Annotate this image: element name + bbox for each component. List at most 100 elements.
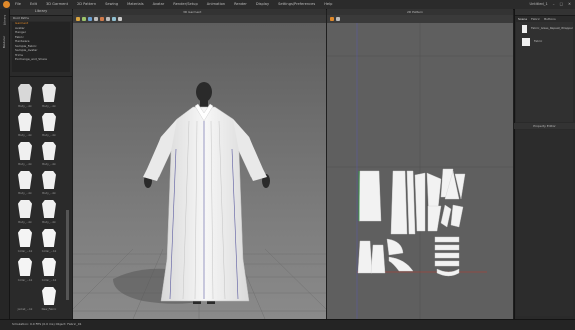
menu-edit[interactable]: Edit <box>30 2 37 7</box>
fold-tool-icon[interactable] <box>94 17 98 21</box>
menu-materials[interactable]: Materials <box>127 2 143 7</box>
library-item-thumbnail <box>18 142 32 160</box>
library-item[interactable]: Collar_...bk <box>14 258 36 288</box>
brush-tool-icon[interactable] <box>118 17 122 21</box>
library-item[interactable]: Body_...bk <box>38 142 60 172</box>
library-item-thumbnail <box>18 84 32 102</box>
library-item[interactable]: Body_...bk <box>14 142 36 172</box>
viewport-3d[interactable] <box>72 9 327 320</box>
library-item-label: Body_...bk <box>18 221 32 224</box>
library-item-thumbnail <box>42 84 56 102</box>
library-item-label: Body_...bk <box>42 221 56 224</box>
library-item-label: Collar_...bk <box>17 250 33 253</box>
menu-list: File Edit 3D Garment 2D Pattern Sewing M… <box>15 2 332 7</box>
library-item-thumbnail <box>18 113 32 131</box>
library-item-label: Body_...bk <box>18 163 32 166</box>
tab-scene[interactable]: Scene <box>518 18 527 21</box>
library-divider <box>10 76 72 77</box>
library-item-thumbnail <box>42 113 56 131</box>
object-row[interactable]: Fabric_Glass_Repeat_Wrapper <box>516 22 573 35</box>
library-item-label: Body_...bk <box>18 192 32 195</box>
menu-file[interactable]: File <box>15 2 21 7</box>
tree-item[interactable]: Exchange_and_Share <box>12 58 70 63</box>
library-item-label: Collar_...bk <box>41 250 57 253</box>
tab-buttons[interactable]: Buttons <box>544 18 556 21</box>
pattern-edit-icon[interactable] <box>336 17 340 21</box>
library-item[interactable]: Body_...bk <box>14 113 36 143</box>
viewport-3d-title: 3D Garment <box>183 9 202 14</box>
library-item-thumbnail <box>42 258 56 276</box>
library-item-thumbnail <box>18 287 32 305</box>
viewport-3d-toolbar <box>73 15 326 23</box>
viewport-3d-scene <box>72 9 327 320</box>
strip-tab-library[interactable]: Library <box>0 9 9 31</box>
library-item[interactable]: Body_...bk <box>38 84 60 114</box>
strip-tab-modular-label: Modular <box>2 35 7 49</box>
library-item[interactable]: Body_...bk <box>38 200 60 230</box>
select-tool-icon[interactable] <box>76 17 80 21</box>
menu-animation[interactable]: Animation <box>207 2 225 7</box>
fabric-swatch <box>522 24 528 33</box>
close-icon[interactable]: ✕ <box>568 2 571 7</box>
menu-render[interactable]: Render <box>234 2 247 7</box>
maximize-icon[interactable]: □ <box>560 2 563 7</box>
library-item[interactable]: Collar_...bk <box>38 229 60 259</box>
menu-help[interactable]: Help <box>324 2 332 7</box>
object-label: Fabric <box>534 39 543 44</box>
library-item[interactable]: Collar_...bk <box>38 258 60 288</box>
library-scrollbar[interactable] <box>66 210 69 300</box>
property-editor <box>516 130 573 316</box>
tab-fabric[interactable]: Fabric <box>531 18 540 21</box>
library-item-label: Body_...bk <box>18 134 32 137</box>
strip-tab-modular[interactable]: Modular <box>0 31 9 53</box>
library-item[interactable]: Body_...bk <box>38 171 60 201</box>
menu-display[interactable]: Display <box>256 2 269 7</box>
measure-tool-icon[interactable] <box>106 17 110 21</box>
status-bar: Simulation: 0.0 FPS (0.0 ms) Object: Fab… <box>0 319 575 330</box>
library-item-thumbnail <box>42 142 56 160</box>
property-editor-title: Property Editor <box>533 123 556 128</box>
library-item-label: New_Fabric <box>41 308 57 311</box>
library-item-label: Collar_...bk <box>41 279 57 282</box>
pattern-canvas <box>327 9 513 319</box>
library-item-thumbnail <box>18 171 32 189</box>
strip-tab-library-label: Library <box>2 14 7 26</box>
menu-3d-garment[interactable]: 3D Garment <box>46 2 68 7</box>
library-item-label: Body_...bk <box>42 163 56 166</box>
library-item[interactable]: Body_...bk <box>14 84 36 114</box>
pattern-select-icon[interactable] <box>330 17 334 21</box>
minimize-icon[interactable]: – <box>553 2 555 7</box>
fabric-swatch <box>522 37 530 46</box>
app-logo-icon <box>3 1 10 8</box>
library-item[interactable]: New_Fabric <box>38 287 60 317</box>
viewport-2d[interactable] <box>327 9 513 319</box>
library-tree-title: Root Paths <box>13 16 29 20</box>
library-item-label: Collar_...bk <box>17 279 33 282</box>
window-controls: Untitled_1 – □ ✕ <box>529 2 571 7</box>
library-item-thumbnail <box>18 200 32 218</box>
menu-2d-pattern[interactable]: 2D Pattern <box>77 2 96 7</box>
pin-tool-icon[interactable] <box>100 17 104 21</box>
menu-avatar[interactable]: Avatar <box>153 2 165 7</box>
rotate-tool-icon[interactable] <box>88 17 92 21</box>
library-item-thumbnail <box>42 171 56 189</box>
window-title: Untitled_1 <box>529 2 548 6</box>
library-title: Library <box>34 9 48 14</box>
menu-render-setup[interactable]: Render/Setup <box>173 2 197 7</box>
library-item-label: Body_...bk <box>18 105 32 108</box>
library-item-thumbnail <box>42 229 56 247</box>
tack-tool-icon[interactable] <box>112 17 116 21</box>
library-item[interactable]: Collar_...bk <box>14 229 36 259</box>
library-header: Library <box>10 9 72 16</box>
library-item[interactable]: Body_...bk <box>38 113 60 143</box>
property-editor-header: Property Editor <box>514 123 575 129</box>
library-item[interactable]: Body_...bk <box>14 200 36 230</box>
library-item-label: Body_...bk <box>42 134 56 137</box>
object-row[interactable]: Fabric <box>516 35 573 48</box>
move-tool-icon[interactable] <box>82 17 86 21</box>
library-item-label: Jacket_...bk <box>17 308 33 311</box>
library-item[interactable]: Jacket_...bk <box>14 287 36 317</box>
menu-sewing[interactable]: Sewing <box>105 2 118 7</box>
menu-settings[interactable]: Settings/Preferences <box>278 2 315 7</box>
library-item[interactable]: Body_...bk <box>14 171 36 201</box>
